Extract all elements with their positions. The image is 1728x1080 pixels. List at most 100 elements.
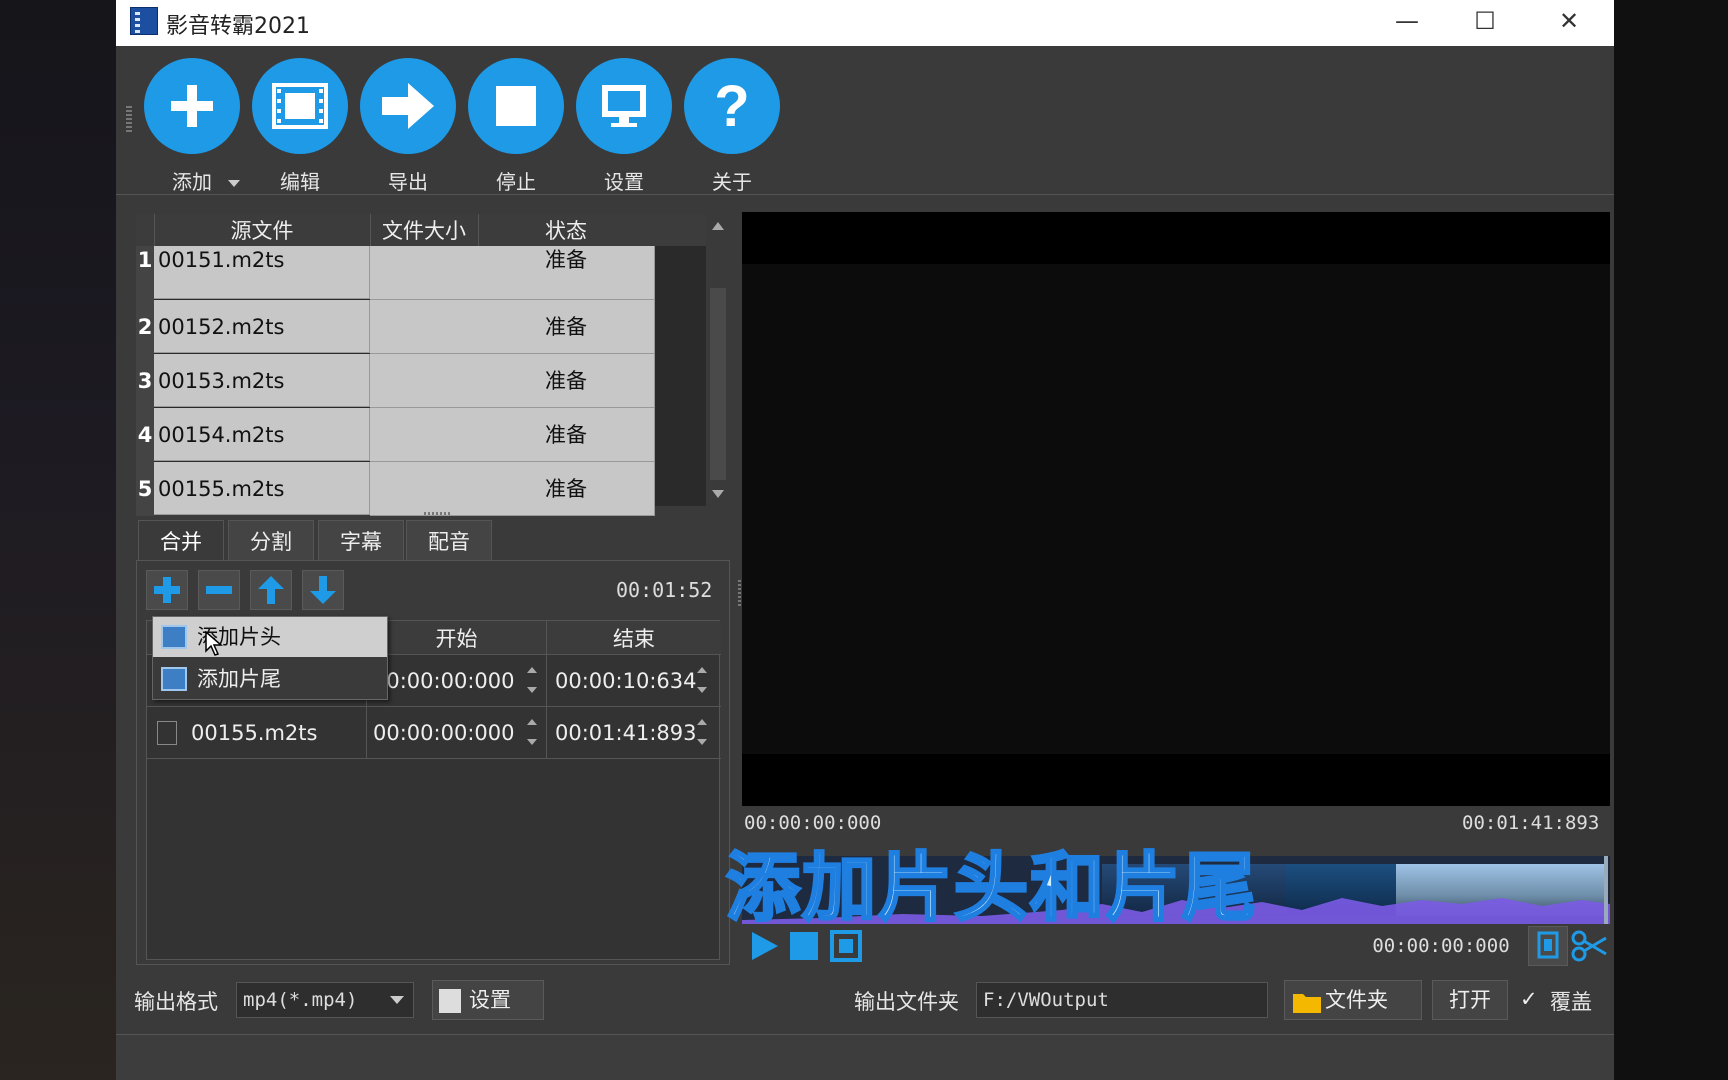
header-corner bbox=[136, 214, 155, 246]
header-source-file[interactable]: 源文件 bbox=[154, 214, 371, 246]
play-icon bbox=[752, 932, 778, 960]
chevron-down-icon[interactable] bbox=[390, 996, 404, 1005]
plus-icon bbox=[144, 58, 240, 154]
table-row[interactable]: 3 00153.m2ts 准备 bbox=[136, 354, 713, 408]
header-end[interactable]: 结束 bbox=[547, 621, 721, 655]
tab-dubbing[interactable]: 配音 bbox=[406, 520, 492, 560]
start-time-spinner[interactable] bbox=[521, 655, 543, 707]
menu-item-add-outro[interactable]: 添加片尾 bbox=[153, 659, 387, 699]
header-start[interactable]: 开始 bbox=[367, 621, 547, 655]
merge-row-name: 00155.m2ts bbox=[147, 707, 367, 759]
scrollbar-thumb[interactable] bbox=[710, 288, 726, 480]
plus-icon bbox=[154, 577, 180, 603]
table-row[interactable]: 1 00151.m2ts 准备 bbox=[136, 246, 713, 300]
about-button[interactable]: ? 关于 bbox=[684, 58, 780, 194]
arrow-right-icon bbox=[360, 58, 456, 154]
row-number: 2 bbox=[136, 300, 154, 354]
play-button[interactable] bbox=[746, 928, 782, 964]
merge-add-button[interactable] bbox=[146, 570, 188, 610]
minus-icon bbox=[206, 586, 232, 594]
header-status[interactable]: 状态 bbox=[478, 214, 654, 246]
scroll-down-icon[interactable] bbox=[712, 490, 724, 498]
arrow-up-icon bbox=[258, 576, 284, 604]
output-folder-label: 输出文件夹 bbox=[854, 990, 959, 1014]
settings-document-icon bbox=[439, 989, 461, 1013]
stop-button[interactable]: 停止 bbox=[468, 58, 564, 194]
overwrite-label: 覆盖 bbox=[1550, 990, 1592, 1014]
merge-move-up-button[interactable] bbox=[250, 570, 292, 610]
copy-icon bbox=[1537, 931, 1559, 959]
cell-status: 准备 bbox=[478, 354, 655, 408]
splitter-handle[interactable] bbox=[424, 512, 452, 515]
output-format-select[interactable]: mp4(*.mp4) bbox=[236, 982, 414, 1018]
table-header: 源文件 文件大小 状态 bbox=[136, 214, 713, 246]
maximize-button[interactable]: ☐ bbox=[1442, 0, 1528, 42]
timeline-end-marker[interactable] bbox=[1604, 856, 1608, 924]
scissors-icon bbox=[1571, 930, 1607, 962]
scroll-up-icon[interactable] bbox=[712, 222, 724, 230]
cell-file-name: 00152.m2ts bbox=[154, 300, 370, 353]
overwrite-checkbox[interactable]: ✓ bbox=[1520, 988, 1542, 1010]
app-logo-icon bbox=[130, 7, 158, 35]
format-settings-label: 设置 bbox=[469, 988, 511, 1012]
merge-total-duration: 00:01:52 bbox=[616, 578, 713, 602]
edit-label: 编辑 bbox=[280, 170, 320, 194]
merge-remove-button[interactable] bbox=[198, 570, 240, 610]
output-folder-input[interactable]: F:/VWOutput bbox=[976, 982, 1268, 1018]
cell-status: 准备 bbox=[478, 300, 655, 354]
snapshot-button[interactable] bbox=[1528, 926, 1568, 966]
film-icon bbox=[252, 58, 348, 154]
start-time-spinner[interactable] bbox=[521, 707, 543, 759]
cell-file-name: 00155.m2ts bbox=[154, 462, 370, 515]
minimize-button[interactable]: — bbox=[1364, 0, 1450, 42]
open-folder-button[interactable]: 打开 bbox=[1432, 980, 1508, 1020]
choose-folder-button[interactable]: 文件夹 bbox=[1284, 980, 1422, 1020]
add-button[interactable]: 添加 bbox=[144, 58, 240, 194]
tab-merge[interactable]: 合并 bbox=[138, 520, 224, 560]
start-time-field[interactable]: 00:00:00:000 bbox=[367, 707, 547, 759]
export-label: 导出 bbox=[388, 170, 428, 194]
desktop-background-right bbox=[1614, 0, 1728, 1080]
splitter-handle-vertical[interactable] bbox=[738, 580, 741, 608]
toolbar-grip[interactable] bbox=[126, 106, 132, 134]
fullscreen-button[interactable] bbox=[828, 928, 864, 964]
row-number: 3 bbox=[136, 354, 154, 408]
merge-move-down-button[interactable] bbox=[302, 570, 344, 610]
edit-button[interactable]: 编辑 bbox=[252, 58, 348, 194]
header-file-size[interactable]: 文件大小 bbox=[370, 214, 479, 246]
row-number: 1 bbox=[136, 246, 154, 300]
chevron-down-icon[interactable] bbox=[228, 180, 240, 188]
desktop-background-left bbox=[0, 0, 116, 1080]
cell-file-size bbox=[370, 354, 479, 408]
tab-subtitle[interactable]: 字幕 bbox=[318, 520, 404, 560]
stop-icon bbox=[468, 58, 564, 154]
end-time-spinner[interactable] bbox=[691, 655, 713, 707]
cell-file-name: 00154.m2ts bbox=[154, 408, 370, 461]
table-row[interactable]: 2 00152.m2ts 准备 bbox=[136, 300, 713, 354]
close-button[interactable]: ✕ bbox=[1526, 0, 1612, 42]
overlay-caption: 添加片头和片尾 bbox=[725, 844, 1258, 933]
about-label: 关于 bbox=[712, 170, 752, 194]
table-scrollbar[interactable] bbox=[706, 214, 730, 506]
choose-folder-label: 文件夹 bbox=[1325, 988, 1388, 1012]
settings-button[interactable]: 设置 bbox=[576, 58, 672, 194]
stop-playback-button[interactable] bbox=[786, 928, 822, 964]
add-context-menu: 添加片头 添加片尾 bbox=[152, 616, 388, 700]
format-settings-button[interactable]: 设置 bbox=[432, 980, 544, 1020]
table-row[interactable]: 5 00155.m2ts 准备 bbox=[136, 462, 713, 516]
cell-file-name: 00151.m2ts bbox=[154, 246, 370, 299]
cut-button[interactable] bbox=[1570, 926, 1610, 966]
tab-split[interactable]: 分割 bbox=[228, 520, 314, 560]
source-file-table: 源文件 文件大小 状态 1 00151.m2ts 准备 2 00152.m2ts… bbox=[136, 214, 713, 516]
window-title: 影音转霸2021 bbox=[166, 14, 310, 39]
table-row[interactable]: 4 00154.m2ts 准备 bbox=[136, 408, 713, 462]
output-format-label: 输出格式 bbox=[134, 990, 218, 1014]
output-bar: 输出格式 mp4(*.mp4) 设置 输出文件夹 F:/VWOutput 文件夹… bbox=[116, 972, 1614, 1032]
start-time-field[interactable]: 00:00:00:000 bbox=[367, 655, 547, 707]
arrow-down-icon bbox=[310, 576, 336, 604]
export-button[interactable]: 导出 bbox=[360, 58, 456, 194]
settings-label: 设置 bbox=[604, 170, 644, 194]
menu-item-add-intro[interactable]: 添加片头 bbox=[153, 617, 387, 657]
video-preview[interactable] bbox=[742, 212, 1610, 806]
end-time-spinner[interactable] bbox=[691, 707, 713, 759]
